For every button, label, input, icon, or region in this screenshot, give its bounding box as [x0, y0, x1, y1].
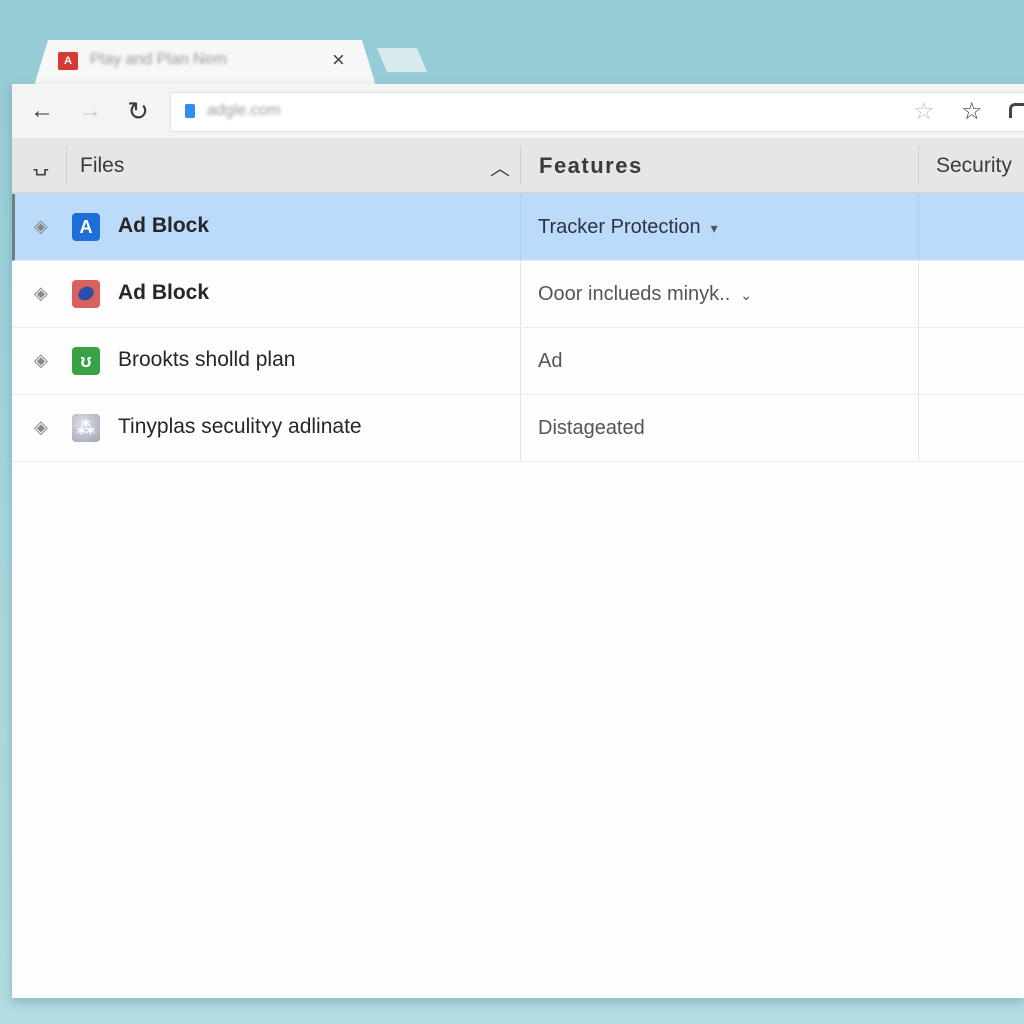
- table-row[interactable]: ◈ Ad Block Ooor inclueds minyk.. ⌄: [12, 261, 1024, 328]
- table-row[interactable]: ◈ ʊ Brookts sholld plan Ad: [12, 328, 1024, 395]
- feature-value: Ooor inclueds minyk..: [538, 283, 731, 305]
- table-row[interactable]: ◈ ⁂ Tinyplas seculitʏy adlinate Distagea…: [12, 395, 1024, 462]
- feature-dropdown[interactable]: Tracker Protection ▾: [538, 216, 718, 239]
- column-divider: [918, 395, 919, 461]
- row-name: Ad Block: [118, 281, 210, 304]
- row-name: Brookts sholld plan: [118, 348, 296, 371]
- dropdown-caret-icon[interactable]: ▾: [711, 220, 718, 236]
- column-divider: [918, 261, 919, 327]
- row-marker-icon: ◈: [34, 283, 48, 303]
- column-divider: [918, 194, 919, 260]
- column-divider: [520, 328, 521, 394]
- red-globe-app-icon: [72, 280, 100, 308]
- url-text[interactable]: adgle.com: [207, 102, 281, 120]
- row-marker-icon: ◈: [34, 417, 48, 437]
- feature-value: Distageated: [538, 417, 645, 439]
- dropdown-caret-icon[interactable]: ⌄: [740, 287, 752, 303]
- feature-value: Tracker Protection: [538, 216, 701, 238]
- tab-title[interactable]: Play and Plan Nem: [90, 51, 227, 69]
- extension-icon[interactable]: [1009, 103, 1024, 118]
- column-header-security[interactable]: Security: [936, 154, 1012, 178]
- blue-a-app-icon: A: [72, 213, 100, 241]
- table-header: ⍽ Files ︿ Features Security: [12, 138, 1024, 194]
- sort-ascending-icon[interactable]: ︿: [490, 152, 510, 181]
- row-marker-icon: ◈: [34, 350, 48, 370]
- reload-icon[interactable]: ↻: [122, 95, 154, 127]
- close-tab-icon[interactable]: ×: [332, 48, 345, 72]
- bookmark-star-icon[interactable]: ☆: [961, 97, 983, 126]
- table-row[interactable]: ◈ A Ad Block Tracker Protection ▾: [12, 194, 1024, 261]
- back-arrow-icon[interactable]: ←: [26, 95, 58, 127]
- empty-table-area: [12, 462, 1024, 1002]
- column-divider: [520, 146, 521, 184]
- row-name: Ad Block: [118, 214, 210, 237]
- browser-window: ← → ↻ adgle.com ☆ ☆ ⍽ Files ︿ Features S…: [12, 84, 1024, 998]
- row-marker-icon: ◈: [34, 216, 48, 236]
- column-divider: [918, 328, 919, 394]
- extensions-table: ⍽ Files ︿ Features Security ◈ A Ad Block…: [12, 138, 1024, 1002]
- forward-arrow-icon[interactable]: →: [74, 95, 106, 127]
- feature-value: Ad: [538, 350, 563, 372]
- column-divider: [918, 146, 919, 184]
- drag-handle-icon[interactable]: ⍽: [30, 152, 52, 177]
- green-shield-icon: ʊ: [72, 347, 100, 375]
- column-header-files[interactable]: Files: [80, 154, 124, 178]
- column-divider: [520, 395, 521, 461]
- new-tab-button[interactable]: [377, 48, 427, 72]
- feature-dropdown[interactable]: Ooor inclueds minyk.. ⌄: [538, 283, 752, 306]
- column-divider: [520, 261, 521, 327]
- address-bar[interactable]: adgle.com ☆ ☆: [170, 92, 1024, 132]
- app-favicon-icon: A: [58, 52, 78, 70]
- gray-nodes-icon: ⁂: [72, 414, 100, 442]
- bookmark-star-outline-icon[interactable]: ☆: [913, 97, 935, 126]
- column-divider: [66, 146, 67, 184]
- row-name: Tinyplas seculitʏy adlinate: [118, 415, 362, 438]
- column-header-features[interactable]: Features: [539, 153, 643, 179]
- tab-strip: A Play and Plan Nem ×: [0, 0, 1024, 86]
- browser-toolbar: ← → ↻ adgle.com ☆ ☆: [12, 84, 1024, 139]
- lock-icon: [185, 104, 195, 118]
- column-divider: [520, 194, 521, 260]
